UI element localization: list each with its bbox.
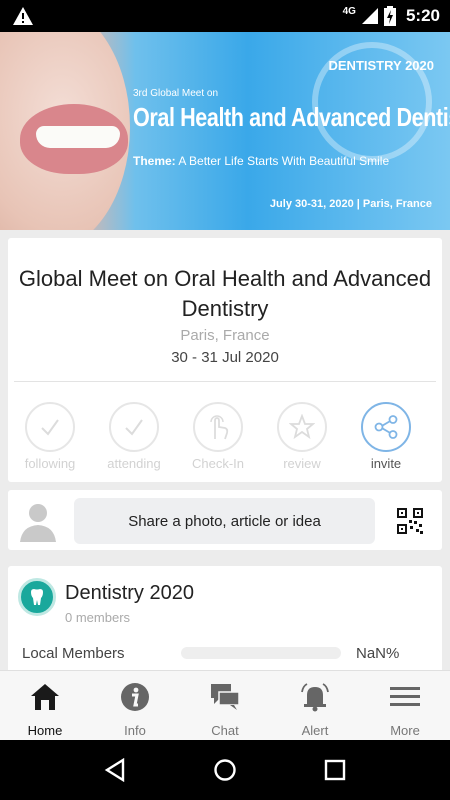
check-in-label: Check-In	[191, 456, 245, 471]
home-circle-icon	[214, 759, 236, 781]
check-in-button[interactable]: Check-In	[176, 402, 260, 471]
qr-code-icon[interactable]	[397, 508, 423, 534]
following-label: following	[24, 456, 76, 471]
tooth-icon	[31, 589, 43, 605]
star-icon	[289, 414, 315, 440]
menu-icon	[389, 681, 421, 713]
share-card: Share a photo, article or idea	[8, 490, 442, 550]
home-icon	[29, 681, 61, 713]
event-banner: DENTISTRY 2020 3rd Global Meet on Oral H…	[0, 32, 450, 230]
banner-teeth-image	[36, 126, 120, 148]
system-nav-bar	[0, 740, 450, 800]
banner-theme-text: A Better Life Starts With Beautiful Smil…	[178, 154, 390, 168]
invite-label: invite	[370, 456, 402, 471]
tab-chat-label: Chat	[211, 723, 239, 738]
event-location: Paris, France	[180, 327, 270, 344]
event-title: Global Meet on Oral Health and Advanced …	[18, 266, 432, 321]
avatar	[20, 504, 56, 542]
event-actions: following attending Check-In review invi…	[8, 402, 442, 471]
share-post-button[interactable]: Share a photo, article or idea	[74, 498, 375, 544]
attending-circle	[109, 402, 159, 452]
back-button[interactable]	[100, 755, 130, 785]
tab-alert[interactable]: Alert	[270, 671, 360, 740]
bottom-tab-bar: Home Info Chat Alert More	[0, 670, 450, 740]
tab-info-label: Info	[124, 723, 146, 738]
review-button[interactable]: review	[260, 402, 344, 471]
warning-icon	[13, 7, 33, 25]
check-in-circle	[193, 402, 243, 452]
tab-more-label: More	[390, 723, 420, 738]
event-dates: 30 - 31 Jul 2020	[171, 349, 279, 366]
banner-badge: DENTISTRY 2020	[328, 58, 435, 73]
recents-icon	[324, 759, 346, 781]
following-circle	[25, 402, 75, 452]
local-members-label: Local Members	[22, 645, 125, 662]
banner-theme-label: Theme:	[133, 154, 176, 168]
group-logo	[18, 578, 56, 616]
banner-theme: Theme: A Better Life Starts With Beautif…	[133, 154, 389, 168]
chat-icon	[209, 681, 241, 713]
group-members-count: 0 members	[65, 610, 131, 625]
info-icon	[119, 681, 151, 713]
group-card[interactable]: Dentistry 2020 0 members Local Members N…	[8, 566, 442, 676]
invite-circle	[361, 402, 411, 452]
banner-dates: July 30-31, 2020 | Paris, France	[269, 198, 432, 210]
local-members-progress	[181, 647, 341, 659]
attending-button[interactable]: attending	[92, 402, 176, 471]
divider	[14, 381, 436, 382]
banner-edition: 3rd Global Meet on	[133, 88, 219, 99]
check-icon	[41, 419, 59, 436]
recents-button[interactable]	[320, 755, 350, 785]
home-button[interactable]	[210, 755, 240, 785]
attending-label: attending	[107, 456, 161, 471]
status-bar: 4G 5:20	[0, 0, 450, 32]
tap-icon	[210, 415, 229, 440]
clock: 5:20	[405, 6, 440, 25]
tab-home-label: Home	[27, 723, 63, 738]
tab-home[interactable]: Home	[0, 671, 90, 740]
network-type: 4G	[342, 6, 356, 17]
bell-icon	[299, 681, 331, 713]
battery-icon	[383, 6, 396, 26]
tab-chat[interactable]: Chat	[180, 671, 270, 740]
banner-title: Oral Health and Advanced Dentistry	[133, 102, 450, 132]
back-icon	[104, 758, 125, 782]
tab-alert-label: Alert	[301, 723, 329, 738]
group-name: Dentistry 2020	[65, 582, 194, 604]
tab-more[interactable]: More	[360, 671, 450, 740]
share-icon	[374, 415, 398, 439]
following-button[interactable]: following	[8, 402, 92, 471]
tab-info[interactable]: Info	[90, 671, 180, 740]
review-label: review	[283, 456, 321, 471]
check-icon	[125, 419, 143, 436]
local-members-value: NaN%	[356, 645, 400, 662]
review-circle	[277, 402, 327, 452]
invite-button[interactable]: invite	[344, 402, 428, 471]
signal-icon	[361, 8, 378, 24]
event-card: Global Meet on Oral Health and Advanced …	[8, 238, 442, 482]
